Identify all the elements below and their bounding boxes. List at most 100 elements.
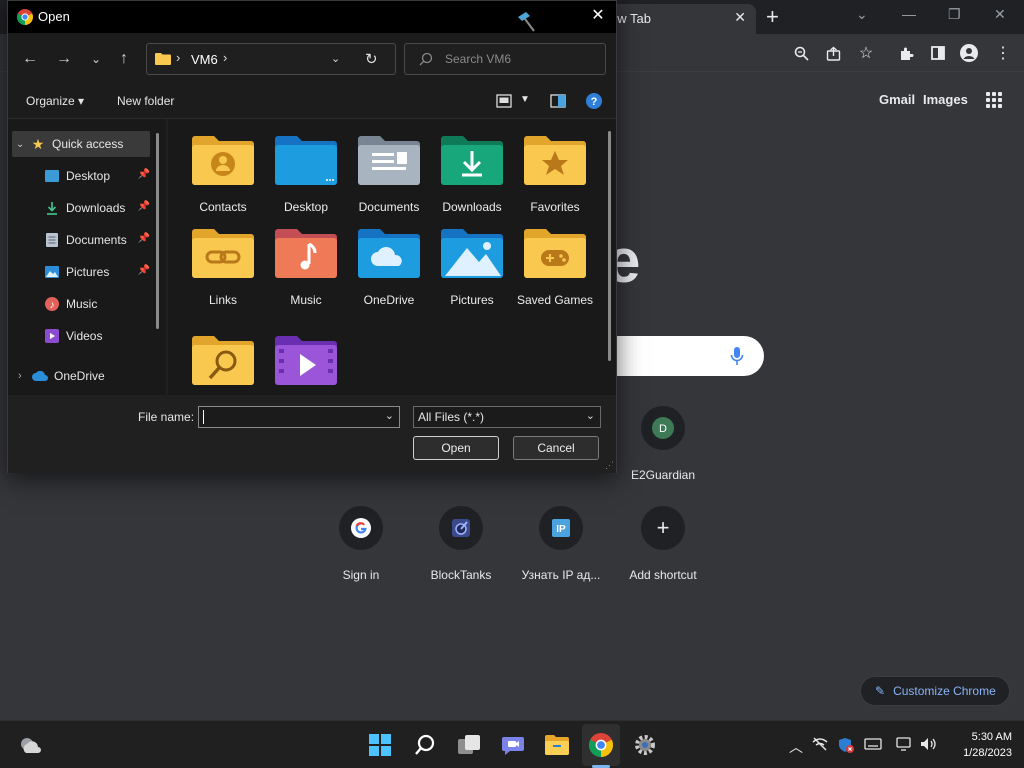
task-view-icon[interactable] xyxy=(455,731,483,759)
security-shield-icon[interactable] xyxy=(838,737,854,756)
new-folder-button[interactable]: New folder xyxy=(117,94,174,108)
side-panel-icon[interactable] xyxy=(927,42,949,64)
file-item-music[interactable]: Music xyxy=(265,226,347,308)
chevron-down-icon[interactable]: ⌄ xyxy=(856,6,868,23)
command-bar: Organize ▾ New folder ▼ ? xyxy=(8,85,616,119)
nav-item-videos[interactable]: Videos xyxy=(44,323,150,349)
file-item-contacts[interactable]: Contacts xyxy=(182,133,264,215)
up-arrow-icon[interactable]: ↑ xyxy=(113,49,135,69)
minimize-icon[interactable]: — xyxy=(902,6,916,22)
files-scrollbar[interactable] xyxy=(608,131,611,361)
weather-icon[interactable] xyxy=(16,731,44,759)
mic-icon[interactable] xyxy=(730,346,744,366)
preview-pane-icon[interactable] xyxy=(550,93,566,109)
start-button-icon[interactable] xyxy=(366,731,394,759)
volume-icon[interactable] xyxy=(920,737,938,754)
breadcrumb-vm6[interactable]: VM6 xyxy=(191,52,218,67)
chrome-taskbar-icon[interactable] xyxy=(587,731,615,759)
nav-scrollbar[interactable] xyxy=(156,133,159,329)
zoom-icon[interactable] xyxy=(790,42,812,64)
file-item-pictures[interactable]: Pictures xyxy=(431,226,513,308)
file-name-dropdown-icon[interactable]: ⌄ xyxy=(385,409,394,422)
back-arrow-icon[interactable]: ← xyxy=(19,49,41,69)
organize-button[interactable]: Organize ▾ xyxy=(26,94,84,108)
file-item-searches[interactable] xyxy=(182,333,264,400)
apps-grid-icon[interactable] xyxy=(986,92,1002,108)
restore-icon[interactable]: ❐ xyxy=(948,6,961,23)
file-item-videos[interactable] xyxy=(265,333,347,400)
download-icon xyxy=(44,200,60,216)
view-dropdown-icon[interactable]: ▼ xyxy=(520,94,530,105)
expand-chevron-icon[interactable]: › xyxy=(18,370,32,382)
dialog-footer: File name: ⌄ All Files (*.*) ⌄ Open Canc… xyxy=(8,395,616,473)
letter-avatar-icon: D xyxy=(652,417,674,439)
file-type-select[interactable]: All Files (*.*) ⌄ xyxy=(413,406,601,428)
file-explorer-icon[interactable] xyxy=(543,731,571,759)
dialog-close-button[interactable]: ✕ xyxy=(586,5,610,29)
nav-item-documents[interactable]: Documents 📌 xyxy=(44,227,150,253)
settings-gear-icon[interactable] xyxy=(631,731,659,759)
breadcrumb-chevron-icon[interactable]: › xyxy=(223,50,227,65)
nav-item-pictures[interactable]: Pictures 📌 xyxy=(44,259,150,285)
close-window-icon[interactable]: ✕ xyxy=(994,6,1006,23)
dialog-titlebar[interactable]: Open ✕ xyxy=(8,1,616,33)
folder-icon xyxy=(155,53,171,65)
search-icon[interactable] xyxy=(411,731,439,759)
shortcut-blocktanks[interactable]: BlockTanks xyxy=(406,506,516,582)
system-clock[interactable]: 5:30 AM 1/28/2023 xyxy=(946,729,1012,761)
desktop-icon xyxy=(44,168,60,184)
display-network-icon[interactable] xyxy=(896,737,914,754)
open-button[interactable]: Open xyxy=(413,436,499,460)
keyboard-icon[interactable] xyxy=(864,737,882,753)
new-tab-icon[interactable]: + xyxy=(766,4,779,30)
expand-chevron-icon[interactable]: ⌄ xyxy=(16,139,30,150)
gmail-link[interactable]: Gmail xyxy=(879,92,915,107)
nav-item-downloads[interactable]: Downloads 📌 xyxy=(44,195,150,221)
shortcut-add[interactable]: + Add shortcut xyxy=(608,506,718,582)
file-item-onedrive[interactable]: OneDrive xyxy=(348,226,430,308)
search-icon xyxy=(419,52,433,66)
shortcut-sign-in[interactable]: Sign in xyxy=(306,506,416,582)
shortcut-label: Add shortcut xyxy=(629,568,697,582)
menu-dots-icon[interactable]: ⋮ xyxy=(992,42,1014,64)
view-mode-icon[interactable] xyxy=(496,93,512,109)
file-item-desktop[interactable]: Desktop xyxy=(265,133,347,215)
tray-chevron-up-icon[interactable]: ︿ xyxy=(789,737,803,757)
share-icon[interactable] xyxy=(822,42,844,64)
address-bar[interactable]: › VM6 › ⌄ ↻ xyxy=(146,43,396,75)
extensions-icon[interactable] xyxy=(895,42,917,64)
shortcut-e2guardian[interactable]: D E2Guardian xyxy=(608,406,718,482)
google-g-icon xyxy=(351,518,371,538)
file-item-downloads[interactable]: Downloads xyxy=(431,133,513,215)
address-dropdown-icon[interactable]: ⌄ xyxy=(331,52,340,65)
nav-item-quick-access[interactable]: ⌄ ★ Quick access xyxy=(12,131,150,157)
shortcut-label: Узнать IP ад... xyxy=(521,568,601,582)
file-item-links[interactable]: Links xyxy=(182,226,264,308)
file-item-saved-games[interactable]: Saved Games xyxy=(514,226,596,308)
clock-date: 1/28/2023 xyxy=(963,747,1012,759)
refresh-icon[interactable]: ↻ xyxy=(365,50,378,68)
forward-arrow-icon[interactable]: → xyxy=(53,49,75,69)
bookmark-star-icon[interactable]: ☆ xyxy=(855,42,877,64)
close-icon[interactable]: ✕ xyxy=(734,9,746,26)
nav-item-music[interactable]: ♪ Music xyxy=(44,291,150,317)
images-link[interactable]: Images xyxy=(923,92,968,107)
tab-new-tab[interactable]: ew Tab ✕ xyxy=(596,4,756,34)
network-disconnected-icon[interactable] xyxy=(812,737,828,754)
search-input[interactable]: Search VM6 xyxy=(404,43,606,75)
customize-chrome-button[interactable]: ✎ Customize Chrome xyxy=(860,676,1010,706)
searches-folder-icon xyxy=(192,336,254,385)
help-icon[interactable]: ? xyxy=(586,93,602,109)
file-item-favorites[interactable]: Favorites xyxy=(514,133,596,215)
nav-item-onedrive[interactable]: › OneDrive xyxy=(12,363,150,389)
shortcut-ip[interactable]: IP Узнать IP ад... xyxy=(506,506,616,582)
recent-locations-chevron-icon[interactable]: ⌄ xyxy=(85,49,107,69)
nav-item-desktop[interactable]: Desktop 📌 xyxy=(44,163,150,189)
cancel-button[interactable]: Cancel xyxy=(513,436,599,460)
resize-grip-icon[interactable]: ⋰ xyxy=(605,460,614,471)
profile-icon[interactable] xyxy=(958,42,980,64)
customize-label: Customize Chrome xyxy=(893,684,996,698)
file-item-documents[interactable]: Documents xyxy=(348,133,430,215)
teams-chat-icon[interactable] xyxy=(499,731,527,759)
file-name-input[interactable]: ⌄ xyxy=(198,406,400,428)
